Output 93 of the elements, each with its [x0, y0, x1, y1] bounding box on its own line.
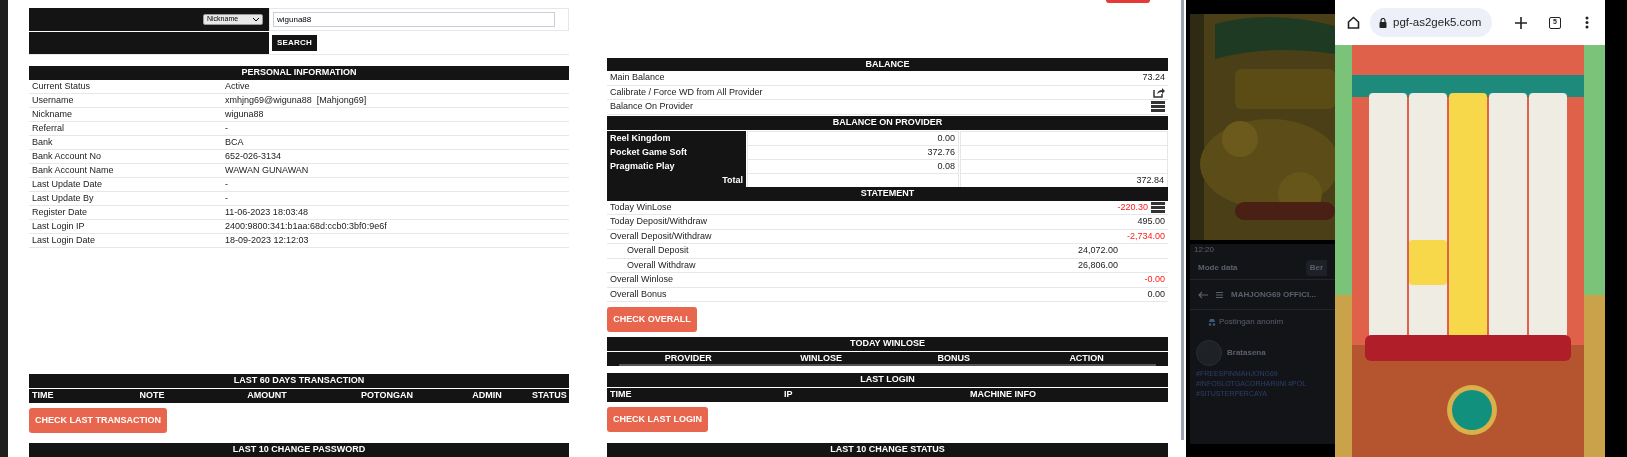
group-title: MAHJONG69 OFFICI... [1231, 288, 1316, 301]
provider-label: Reel Kingdom [607, 130, 746, 146]
column-label: BONUS [936, 352, 972, 365]
section-header: LAST 60 DAYS TRANSACTION [29, 374, 569, 388]
row-label: Main Balance [610, 71, 665, 84]
clock-text: 12:20 [1194, 244, 1215, 256]
column-label: AMOUNT [246, 389, 288, 403]
row-label: Calibrate / Force WD from All Provider [610, 85, 763, 99]
action-button[interactable]: CHECK LAST TRANSACTION [29, 408, 167, 433]
row-value: 11-06-2023 18:03:48 [225, 206, 309, 219]
section-header: TODAY WINLOSE [607, 337, 1168, 351]
mode-label: Mode data [1198, 261, 1238, 274]
column-label: STATUS [532, 389, 567, 403]
row-label: Bank Account Name [32, 164, 115, 177]
row-value: 18-09-2023 12:12:03 [225, 234, 310, 247]
lock-icon [1379, 17, 1387, 28]
row-label: Overall Deposit/Withdraw [610, 229, 712, 243]
row-label: Overall Bonus [610, 287, 667, 301]
column-label: TIME [610, 388, 633, 402]
action-button[interactable]: CHECK OVERALL [607, 307, 697, 332]
amount-cell: 0.00 [747, 130, 959, 146]
row-label: Current Status [32, 80, 92, 93]
row-label: Last Login IP [32, 220, 86, 233]
section-header: LAST LOGIN [607, 373, 1168, 387]
row-label: Overall Winlose [610, 273, 674, 286]
section-header: STATEMENT [607, 186, 1168, 201]
amount-cell: 0.08 [747, 158, 959, 174]
row-value: - [225, 122, 229, 135]
column-label: IP [784, 388, 794, 402]
row-label: Overall Withdraw [627, 258, 696, 272]
row-value: wiguna88 [225, 108, 265, 121]
home-icon[interactable] [1347, 16, 1360, 29]
stack-icon[interactable] [1151, 101, 1165, 113]
row-value: - [225, 192, 229, 205]
row-value: WAWAN GUNAWAN [225, 164, 310, 177]
row-label: Nickname [32, 108, 73, 121]
section-header: LAST 10 CHANGE STATUS [607, 443, 1168, 457]
share-icon[interactable] [1153, 86, 1165, 98]
row-value: 0.00 [1147, 287, 1165, 301]
caret-icon [253, 17, 259, 22]
row-value: 73.24 [1142, 71, 1165, 84]
new-tab-icon[interactable] [1515, 16, 1527, 29]
row-label: Last Update Date [32, 178, 104, 191]
row-value: Active [225, 80, 251, 93]
address-bar[interactable]: pgf-as2gek5.com [1370, 8, 1492, 37]
column-label: MACHINE INFO [970, 388, 1037, 402]
stack-icon[interactable] [1151, 201, 1165, 213]
back-icon[interactable] [1198, 290, 1208, 299]
row-label: Last Login Date [32, 234, 97, 247]
row-label: Username [32, 94, 75, 107]
search-field[interactable]: wiguna88 [273, 12, 555, 27]
row-value: -2,734.00 [1126, 229, 1165, 243]
section-header: BALANCE [607, 57, 1168, 71]
column-label: NOTE [138, 389, 166, 403]
anonymous-post-button[interactable]: Postingan anonim [1219, 316, 1284, 328]
url-text: pgf-as2gek5.com [1393, 14, 1482, 30]
row-value: 652-026-3134 [225, 150, 283, 163]
row-value: xmhjng69@wiguna88 [Mahjong69] [225, 94, 368, 107]
avatar [1196, 340, 1222, 366]
row-value: 24,072.00 [1077, 244, 1118, 257]
row-value: 495.00 [1137, 215, 1165, 228]
mode-button[interactable]: Ber [1305, 259, 1327, 276]
row-label: Bank [32, 136, 54, 149]
row-value: BCA [225, 136, 245, 149]
row-value: 2400:9800:341:b1aa:68d:ccb0:3bf0:9e6f [225, 220, 388, 233]
more-options-icon[interactable] [1585, 16, 1589, 29]
author-name: Bratasena [1227, 347, 1266, 359]
column-label: TIME [32, 389, 55, 403]
row-value: -220.30 [1117, 200, 1148, 214]
row-value: -0.00 [1144, 273, 1165, 286]
row-value: - [225, 178, 229, 191]
menu-icon[interactable] [1216, 291, 1223, 298]
column-label: WINLOSE [799, 352, 844, 365]
row-label: Today WinLose [610, 200, 672, 214]
row-label: Today Deposit/Withdraw [610, 215, 708, 228]
section-header: PERSONAL INFORMATION [29, 66, 569, 80]
row-label: Bank Account No [32, 150, 103, 163]
column-label: ADMIN [471, 389, 503, 403]
column-label: PROVIDER [663, 352, 713, 365]
row-label: Overall Deposit [627, 244, 689, 257]
row-value: 26,806.00 [1077, 258, 1118, 272]
search-button[interactable]: SEARCH [272, 35, 317, 51]
section-header: LAST 10 CHANGE PASSWORD [29, 443, 569, 457]
row-label: Balance On Provider [610, 100, 694, 113]
column-label: POTONGAN [360, 389, 414, 403]
row-label: Referral [32, 122, 65, 135]
incognito-icon [1208, 318, 1216, 326]
section-header: BALANCE ON PROVIDER [607, 115, 1168, 130]
action-button[interactable]: CHECK LAST LOGIN [607, 407, 708, 432]
row-label: Register Date [32, 206, 89, 219]
row-label: Last Update By [32, 192, 95, 205]
amount-cell: 372.76 [747, 144, 959, 160]
column-label: ACTION [1068, 352, 1105, 365]
